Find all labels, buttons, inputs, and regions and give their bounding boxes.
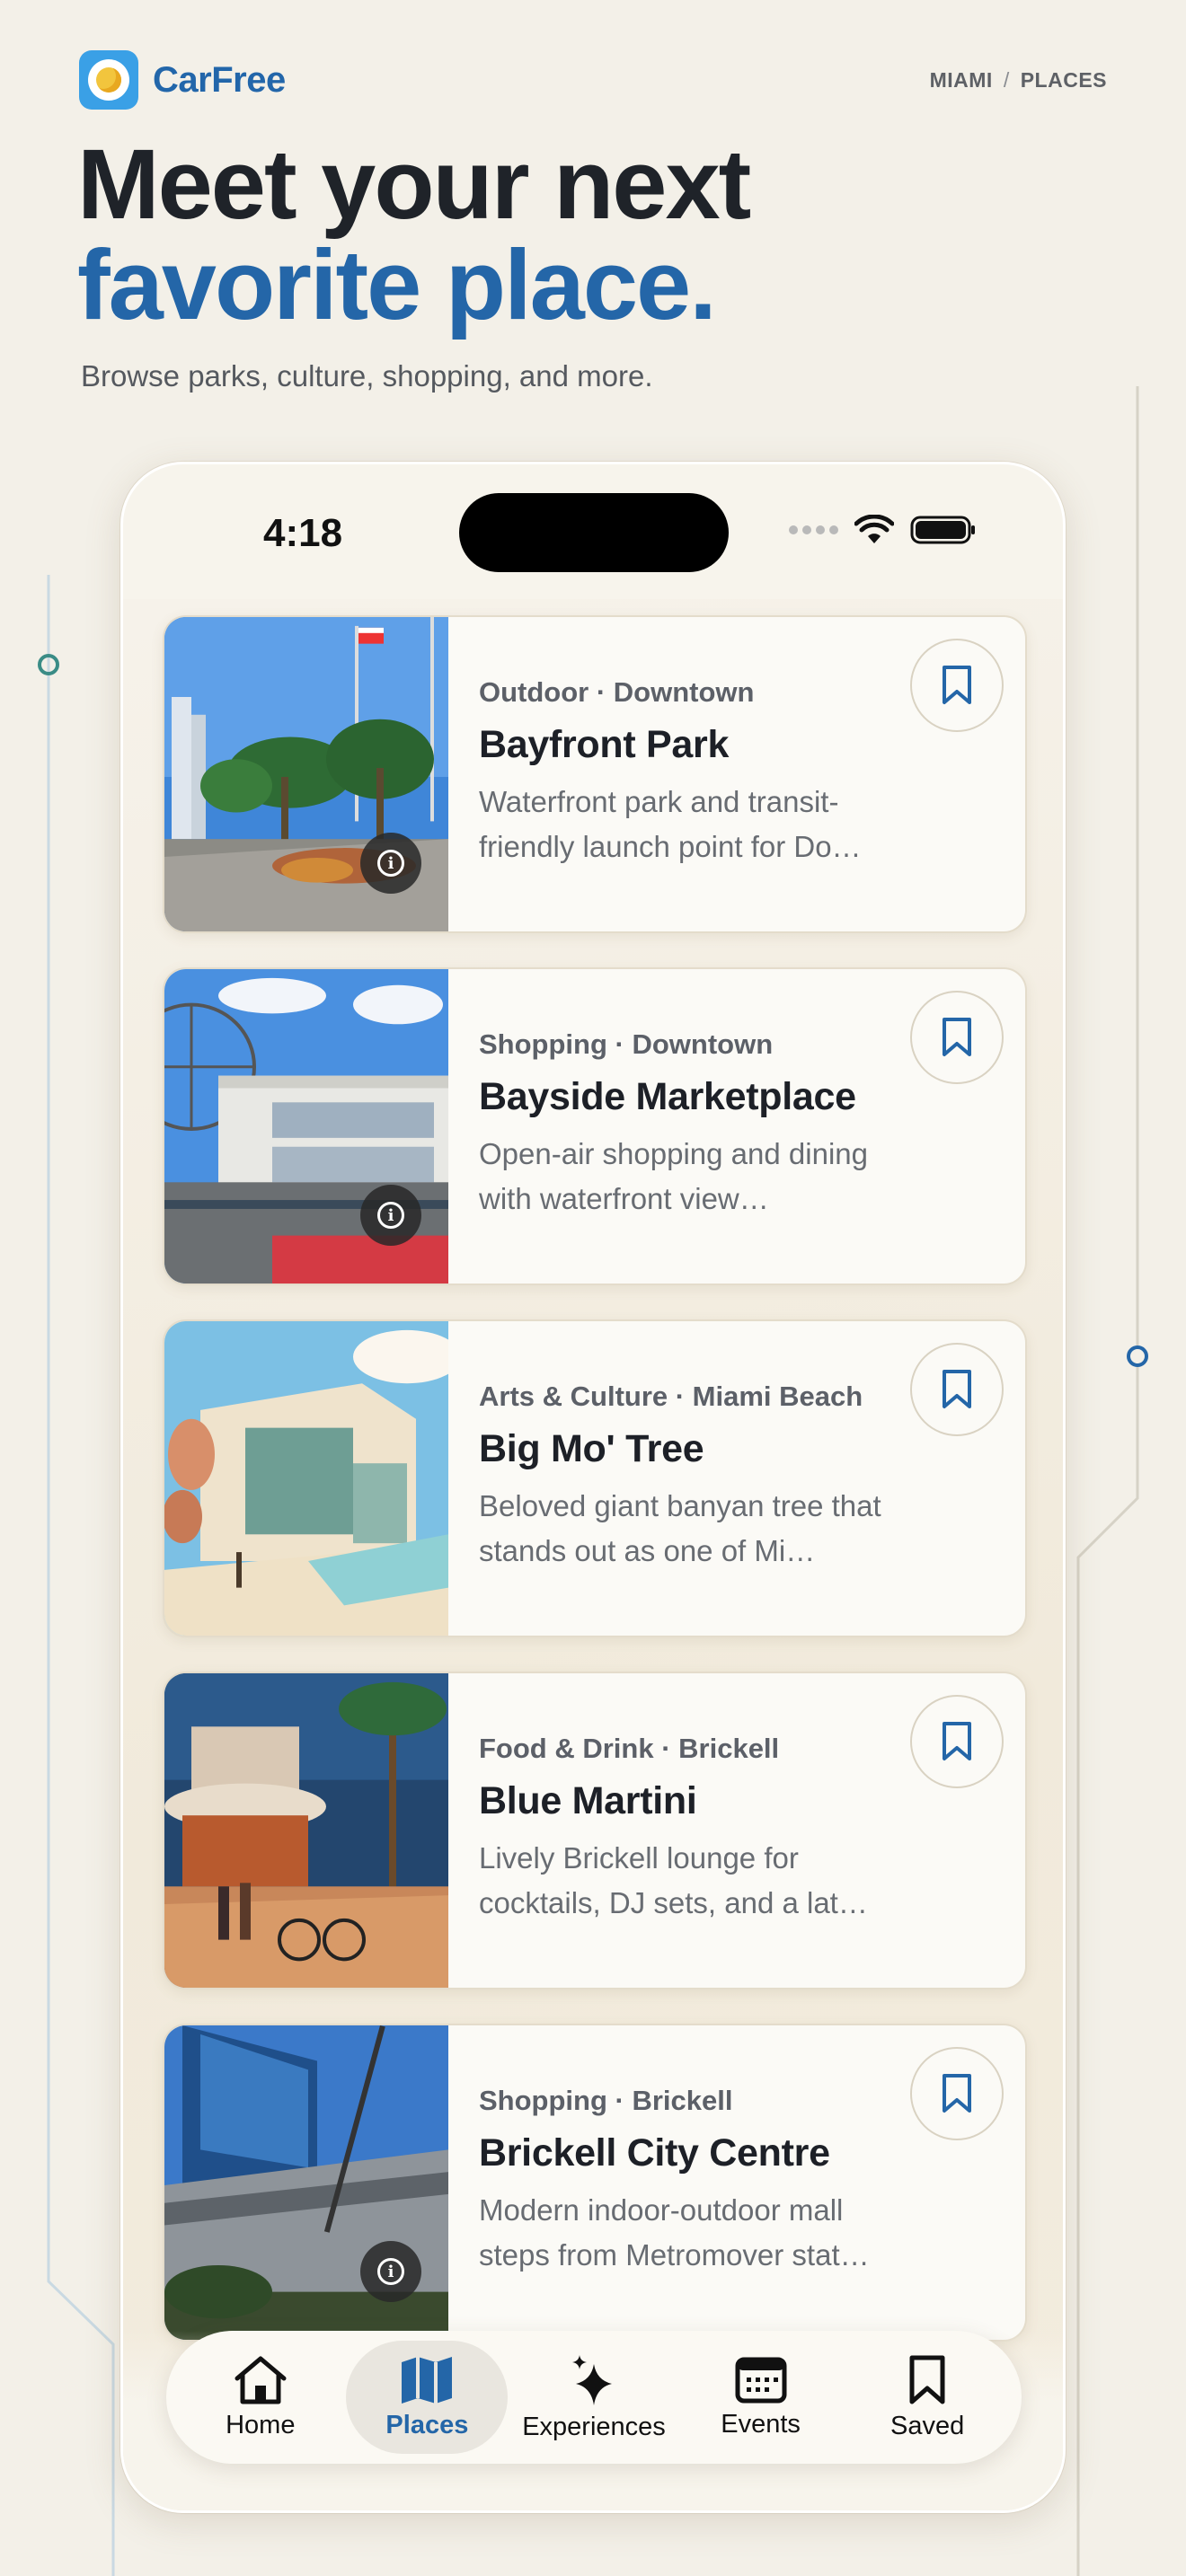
bookmark-icon xyxy=(909,2355,945,2404)
place-image[interactable]: i xyxy=(164,617,448,931)
tab-label: Saved xyxy=(890,2411,965,2440)
place-image[interactable]: i xyxy=(164,969,448,1284)
place-image[interactable]: i xyxy=(164,2025,448,2340)
status-time: 4:18 xyxy=(263,511,343,555)
bottom-tab-bar: Home Places Experiences Events Saved xyxy=(166,2331,1022,2464)
place-title: Brickell City Centre xyxy=(479,2131,830,2175)
dynamic-island xyxy=(459,493,729,572)
tab-events[interactable]: Events xyxy=(680,2341,842,2454)
info-button[interactable]: i xyxy=(360,2241,421,2302)
phone-frame: 4:18 i Outdoor · Downtown Bayfront Park … xyxy=(120,462,1066,2513)
bookmark-icon xyxy=(943,666,971,704)
tab-places[interactable]: Places xyxy=(346,2341,509,2454)
save-place-button[interactable] xyxy=(910,639,1004,732)
wifi-icon xyxy=(854,515,894,543)
battery-icon xyxy=(910,516,975,544)
bookmark-icon xyxy=(943,2074,971,2113)
place-card[interactable]: i Shopping · Downtown Bayside Marketplac… xyxy=(163,967,1027,1285)
page-title-line2: favorite place. xyxy=(77,230,717,340)
brand-name: CarFree xyxy=(153,59,286,100)
house-icon xyxy=(235,2356,287,2404)
place-description: Waterfront park and transit-friendly lau… xyxy=(479,785,862,863)
save-place-button[interactable] xyxy=(910,1343,1004,1436)
brand-logo-icon xyxy=(79,50,138,110)
tab-saved[interactable]: Saved xyxy=(846,2341,1008,2454)
tab-label: Experiences xyxy=(522,2412,666,2441)
place-description: Lively Brickell lounge for cocktails, DJ… xyxy=(479,1841,868,1919)
map-icon xyxy=(402,2356,453,2404)
page-title-line1: Meet your next xyxy=(77,129,751,240)
save-place-button[interactable] xyxy=(910,2047,1004,2140)
place-title: Bayfront Park xyxy=(479,723,730,766)
breadcrumb-section: PLACES xyxy=(1020,68,1107,92)
place-card[interactable]: Arts & Culture · Miami Beach Big Mo' Tre… xyxy=(163,1319,1027,1637)
place-card[interactable]: i Shopping · Brickell Brickell City Cent… xyxy=(163,2024,1027,2342)
save-place-button[interactable] xyxy=(910,991,1004,1084)
info-button[interactable]: i xyxy=(360,1185,421,1246)
bookmark-icon xyxy=(943,1722,971,1760)
sparkle-icon xyxy=(571,2354,612,2405)
calendar-icon xyxy=(735,2357,787,2403)
place-description: Open-air shopping and dining with waterf… xyxy=(479,1137,868,1215)
info-icon: i xyxy=(377,1202,404,1229)
place-title: Big Mo' Tree xyxy=(479,1427,704,1470)
places-list: i Outdoor · Downtown Bayfront Park Water… xyxy=(163,615,1027,2376)
tab-home[interactable]: Home xyxy=(180,2341,341,2454)
tab-label: Events xyxy=(721,2409,801,2439)
info-button[interactable]: i xyxy=(360,833,421,894)
place-title: Bayside Marketplace xyxy=(479,1075,856,1118)
cellular-signal-icon xyxy=(789,525,838,534)
bookmark-icon xyxy=(943,1018,971,1056)
place-image[interactable] xyxy=(164,1673,448,1988)
brand[interactable]: CarFree xyxy=(79,50,286,110)
page-title: Meet your next favorite place. xyxy=(77,129,751,340)
save-place-button[interactable] xyxy=(910,1695,1004,1788)
place-title: Blue Martini xyxy=(479,1779,697,1822)
place-description: Beloved giant banyan tree that stands ou… xyxy=(479,1489,881,1567)
breadcrumb-separator: / xyxy=(1003,68,1010,92)
place-description: Modern indoor-outdoor mall steps from Me… xyxy=(479,2193,870,2272)
breadcrumb: MIAMI / PLACES xyxy=(930,68,1107,93)
breadcrumb-city[interactable]: MIAMI xyxy=(930,68,993,93)
place-image[interactable] xyxy=(164,1321,448,1636)
place-card[interactable]: i Outdoor · Downtown Bayfront Park Water… xyxy=(163,615,1027,933)
tab-experiences[interactable]: Experiences xyxy=(513,2341,675,2454)
tab-label: Places xyxy=(385,2410,469,2439)
status-icons xyxy=(789,515,977,545)
bookmark-icon xyxy=(943,1370,971,1408)
place-card[interactable]: Food & Drink · Brickell Blue Martini Liv… xyxy=(163,1672,1027,1989)
info-icon: i xyxy=(377,2258,404,2285)
info-icon: i xyxy=(377,850,404,877)
page-subtitle: Browse parks, culture, shopping, and mor… xyxy=(81,359,653,393)
tab-label: Home xyxy=(226,2410,296,2439)
